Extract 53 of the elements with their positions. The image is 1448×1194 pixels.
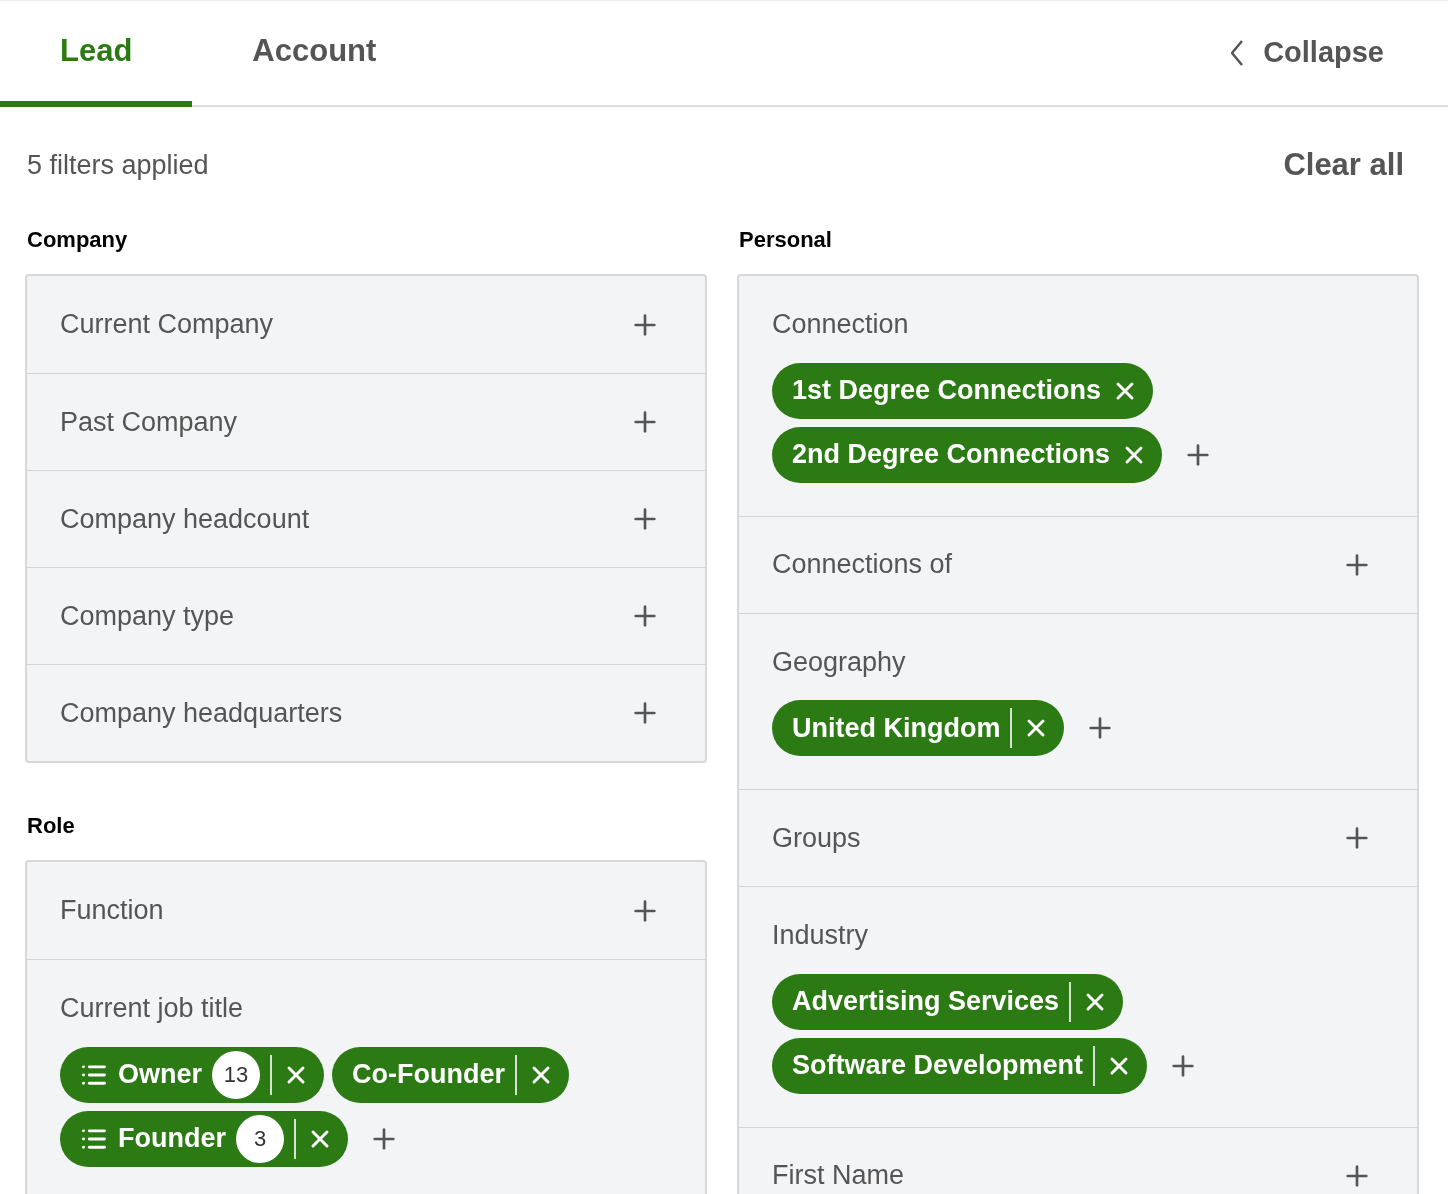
filter-pill[interactable]: Advertising Services <box>772 973 1124 1030</box>
filter-row[interactable]: First Name <box>739 1126 1417 1194</box>
filter-label: Connection <box>772 309 909 339</box>
filter-label: Function <box>60 894 164 928</box>
filter-label: Company headquarters <box>60 696 343 730</box>
filter-row[interactable]: Company headcount <box>27 470 705 567</box>
filter-pill[interactable]: 1st Degree Connections <box>772 362 1154 419</box>
tab[interactable]: Account <box>192 1 437 107</box>
filter-row[interactable]: Past Company <box>27 373 705 470</box>
filter-pill[interactable]: United Kingdom <box>772 700 1065 756</box>
filter-row[interactable]: Connection 1st Degree Connections 2nd Degree Connections <box>739 276 1417 516</box>
pill-label: Co-Founder <box>352 1058 505 1092</box>
filter-row[interactable]: Groups <box>739 789 1417 886</box>
filter-pill[interactable]: Founder 3 <box>60 1110 348 1167</box>
filter-pill[interactable]: Software Development <box>772 1037 1148 1094</box>
filter-label: Current job title <box>60 993 244 1023</box>
filter-row[interactable]: Function <box>27 862 705 959</box>
collapse-button[interactable]: Collapse <box>1231 1 1448 105</box>
pill-label: Founder <box>118 1122 226 1156</box>
chevron-left-icon <box>1231 40 1244 66</box>
filter-label: Industry <box>772 920 869 950</box>
filter-label: Past Company <box>60 405 238 439</box>
tab[interactable]: Lead <box>0 1 193 107</box>
filter-row[interactable]: Geography United Kingdom <box>739 612 1417 789</box>
pill-label: 1st Degree Connections <box>792 374 1102 408</box>
filter-label: Connections of <box>772 548 953 582</box>
clear-all-button[interactable]: Clear all <box>1283 141 1404 189</box>
filter-pill[interactable]: Owner 13 <box>60 1046 325 1103</box>
section-heading: Company <box>26 226 129 254</box>
filter-label: Groups <box>772 821 861 855</box>
filter-row[interactable]: Company headquarters <box>27 664 705 761</box>
filter-row[interactable]: Company type <box>27 567 705 664</box>
filter-row[interactable]: Industry Advertising Services Software Development <box>739 886 1417 1127</box>
filter-pill[interactable]: 2nd Degree Connections <box>772 426 1163 483</box>
section-heading: Role <box>26 812 76 840</box>
count-badge: 3 <box>236 1114 284 1163</box>
pill-label: Owner <box>118 1058 203 1092</box>
pill-label: Advertising Services <box>792 985 1060 1019</box>
filters-count: 5 filters applied <box>27 148 209 182</box>
pill-label: 2nd Degree Connections <box>792 438 1111 472</box>
filter-label: First Name <box>772 1159 904 1193</box>
filter-row[interactable]: Current job title Owner 13 Co-Founder Founder 3 <box>27 959 705 1194</box>
count-badge: 13 <box>212 1050 261 1099</box>
pill-label: Software Development <box>792 1049 1084 1083</box>
filter-pill[interactable]: Co-Founder <box>332 1046 569 1103</box>
filter-row[interactable]: Connections of <box>739 515 1417 613</box>
pill-label: United Kingdom <box>792 711 1001 745</box>
filter-label: Current Company <box>60 308 274 342</box>
filter-row[interactable]: Current Company <box>27 276 705 373</box>
filter-label: Geography <box>772 646 906 677</box>
filter-label: Company headcount <box>60 502 310 536</box>
section-heading: Personal <box>738 226 833 254</box>
filter-label: Company type <box>60 599 235 633</box>
